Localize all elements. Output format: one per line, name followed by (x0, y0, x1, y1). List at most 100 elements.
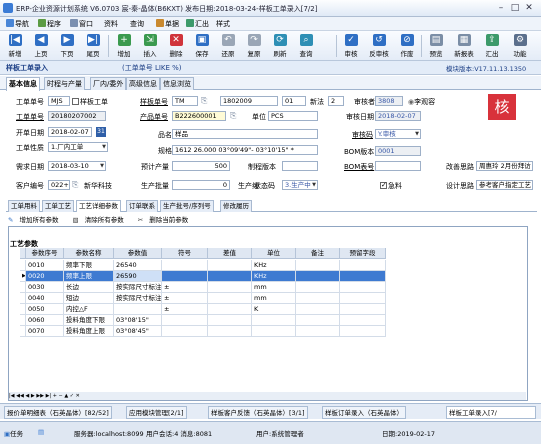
task-button[interactable]: ▣任务 (4, 428, 23, 438)
customer-lookup-icon[interactable]: ⎘ (72, 180, 78, 190)
table-cell[interactable]: 频率下限 (64, 260, 114, 271)
nav-prev-page-icon[interactable]: ◀◀ (16, 393, 24, 399)
save-button[interactable]: ▣ 保存 (189, 33, 215, 60)
preview-button[interactable]: ▤ 预览 (423, 33, 449, 60)
design-field[interactable]: 参考客户指定工艺 (476, 180, 533, 190)
tab-schedule[interactable]: 时程与产量 (44, 77, 85, 90)
table-cell[interactable] (208, 282, 252, 293)
menu-style[interactable]: 样式 (216, 19, 230, 29)
table-cell[interactable] (340, 326, 386, 337)
table-cell[interactable] (162, 315, 208, 326)
table-cell[interactable] (340, 282, 386, 293)
tab-batch-serial[interactable]: 生产批号/序列号 (160, 200, 214, 212)
audit-button[interactable]: ✓ 审核 (338, 33, 364, 60)
add-button[interactable]: + 增加 (111, 33, 137, 60)
tab-browse[interactable]: 信息浏览 (160, 77, 194, 90)
query-button[interactable]: ⌕ 查询 (293, 33, 319, 60)
table-cell[interactable]: 投料角度下限 (64, 315, 114, 326)
table-cell[interactable]: 0060 (26, 315, 64, 326)
table-cell[interactable]: 按实际尺寸标注 (114, 282, 162, 293)
table-cell[interactable]: 03°08'15" (114, 315, 162, 326)
doc-tab-sample-order[interactable]: 样板订单录入（石英晶体） (322, 406, 406, 419)
table-cell[interactable] (208, 271, 252, 282)
table-cell[interactable]: 26540 (114, 260, 162, 271)
sample-seq-field[interactable]: 01 (282, 96, 306, 106)
table-cell[interactable] (208, 326, 252, 337)
table-cell[interactable]: 长边 (64, 282, 114, 293)
table-cell[interactable] (296, 304, 340, 315)
nav-first-icon[interactable]: |◀ (9, 393, 15, 399)
spec-field[interactable]: 1612 26.000 03°09'49"- 03°10'15" * (172, 145, 318, 155)
export-button[interactable]: ⇪ 汇出 (479, 33, 505, 60)
tab-outsource[interactable]: 厂内/委外 (90, 77, 127, 90)
doc-tab-customer-feedback[interactable]: 样板客户反馈（石英晶体）[3/1] (208, 406, 308, 419)
link-icon[interactable]: ⎘ (201, 96, 207, 106)
version-field[interactable]: 2 (328, 96, 344, 106)
table-cell[interactable]: 0040 (26, 293, 64, 304)
unaudit-button[interactable]: ↺ 反审核 (366, 33, 392, 60)
calendar-icon[interactable]: 31 (96, 127, 106, 137)
tab-process[interactable]: 工单工艺 (42, 200, 74, 212)
table-cell[interactable]: 投料角度上限 (64, 326, 114, 337)
product-field[interactable]: B222600001 (172, 111, 226, 121)
clear-all-params-button[interactable]: ▧ 清除所有参数 (73, 216, 130, 224)
nav-next-icon[interactable]: ▶ (31, 393, 35, 399)
tab-history[interactable]: 修改履历 (220, 200, 252, 212)
nav-post-icon[interactable]: ✓ (70, 393, 74, 399)
status-select[interactable]: 3.生产中 (282, 180, 318, 190)
table-cell[interactable] (340, 293, 386, 304)
table-cell[interactable] (296, 326, 340, 337)
table-cell[interactable] (296, 282, 340, 293)
table-cell[interactable] (114, 304, 162, 315)
table-cell[interactable]: KHz (252, 271, 296, 282)
doc-tab-module-mgmt[interactable]: 应用模块管理[2/1] (126, 406, 187, 419)
menu-doc[interactable]: 单据 (156, 19, 179, 29)
table-cell[interactable] (208, 260, 252, 271)
nav-add-icon[interactable]: + (53, 393, 57, 399)
undo-button[interactable]: ↶ 还原 (215, 33, 241, 60)
table-cell[interactable]: ± (162, 282, 208, 293)
sample-order-checkbox[interactable]: 样板工单 (72, 97, 108, 107)
table-cell[interactable] (340, 304, 386, 315)
minimize-icon[interactable]: – (494, 2, 508, 14)
table-cell[interactable] (162, 271, 208, 282)
doc-tab-sample-work-order[interactable]: 样板工单录入[7/ (446, 406, 536, 419)
table-cell-active[interactable]: 26590 (114, 271, 162, 282)
nav-next-page-icon[interactable]: ▶▶ (36, 393, 44, 399)
tab-process-params[interactable]: 工艺详细参数 (76, 200, 121, 212)
order-nature-select[interactable]: 1.厂内工单 (48, 142, 108, 152)
lookup-icon[interactable]: ⎘ (230, 111, 236, 121)
nav-cancel-icon[interactable]: ✕ (76, 393, 80, 399)
table-cell[interactable]: KHz (252, 260, 296, 271)
close-icon[interactable]: ✕ (522, 2, 536, 14)
plan-qty-field[interactable]: 500 (172, 161, 230, 171)
insert-button[interactable]: ⇲ 插入 (137, 33, 163, 60)
table-cell[interactable]: 频率上限 (64, 271, 114, 282)
table-cell[interactable]: mm (252, 282, 296, 293)
table-cell[interactable]: ± (162, 304, 208, 315)
menu-export[interactable]: 汇出 (186, 19, 209, 29)
table-cell[interactable]: 按实际尺寸标注 (114, 293, 162, 304)
menu-query[interactable]: 查询 (130, 19, 144, 29)
table-cell[interactable]: 0010 (26, 260, 64, 271)
tab-order-link[interactable]: 订单联系 (126, 200, 158, 212)
audit-code-select[interactable]: Y.审核 (375, 129, 421, 139)
tab-advanced[interactable]: 高级信息 (126, 77, 160, 90)
need-date-field[interactable]: 2018-03-10 (48, 161, 106, 171)
menu-nav[interactable]: 导航 (6, 19, 29, 29)
delete-button[interactable]: ✕ 删除 (163, 33, 189, 60)
nav-delete-icon[interactable]: − (59, 393, 63, 399)
table-cell[interactable] (340, 271, 386, 282)
table-cell[interactable] (296, 293, 340, 304)
table-cell[interactable] (296, 260, 340, 271)
table-cell[interactable]: 0050 (26, 304, 64, 315)
add-all-params-button[interactable]: ✎ 增加所有参数 (8, 216, 64, 224)
nav-prev-icon[interactable]: ◀ (25, 393, 29, 399)
first-button[interactable]: |◀ 新增 (2, 33, 28, 60)
nav-last-icon[interactable]: ▶| (46, 393, 52, 399)
doc-tab-quote-detail[interactable]: 报价单明细表（石英晶体）[82/52] (4, 406, 112, 419)
table-cell[interactable]: 0070 (26, 326, 64, 337)
sample-no-field[interactable]: 1802009 (220, 96, 278, 106)
refresh-button[interactable]: ⟳ 刷新 (267, 33, 293, 60)
void-button[interactable]: ⊘ 作废 (394, 33, 420, 60)
